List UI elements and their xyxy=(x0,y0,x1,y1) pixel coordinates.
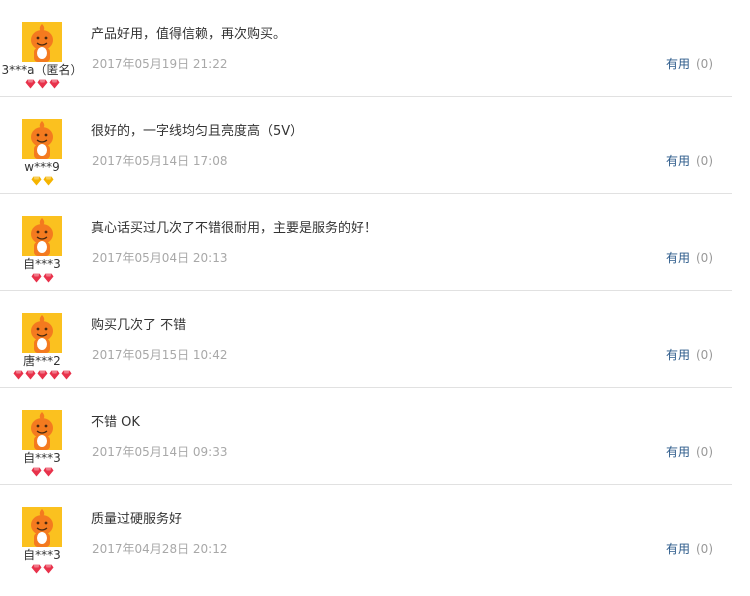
review-list: 3***a（匿名） 产品好用，值得信赖，再次购买。 2017年05月19日 21… xyxy=(0,0,732,582)
useful-label[interactable]: 有用 xyxy=(666,348,690,362)
reviewer-info: 自***3 xyxy=(0,216,84,285)
user-avatar[interactable] xyxy=(22,119,62,159)
member-level-badges xyxy=(0,467,84,479)
useful-label[interactable]: 有用 xyxy=(666,542,690,556)
user-avatar[interactable] xyxy=(22,410,62,450)
red-diamond-icon xyxy=(43,467,54,477)
review-item: 自***3 质量过硬服务好 2017年04月28日 20:12 有用 (0) xyxy=(0,485,732,582)
red-diamond-icon xyxy=(31,467,42,477)
review-date: 2017年05月15日 10:42 xyxy=(92,348,228,362)
username: 自***3 xyxy=(23,451,61,465)
review-content: 真心话买过几次了不错很耐用，主要是服务的好！ xyxy=(91,221,378,236)
reviewer-info: w***9 xyxy=(0,119,84,188)
red-diamond-icon xyxy=(31,273,42,283)
red-diamond-icon xyxy=(49,79,60,89)
review-content: 购买几次了 不错 xyxy=(91,318,187,333)
username: 自***3 xyxy=(23,548,61,562)
review-item: 3***a（匿名） 产品好用，值得信赖，再次购买。 2017年05月19日 21… xyxy=(0,0,732,97)
review-date: 2017年05月04日 20:13 xyxy=(92,251,228,265)
review-item: 自***3 不错 OK 2017年05月14日 09:33 有用 (0) xyxy=(0,388,732,485)
member-level-badges xyxy=(0,176,84,188)
reviewer-info: 唐***2 xyxy=(0,313,84,382)
review-item: w***9 很好的，一字线均匀且亮度高（5V） 2017年05月14日 17:0… xyxy=(0,97,732,194)
user-avatar[interactable] xyxy=(22,313,62,353)
useful-count: (0) xyxy=(696,542,713,556)
useful-count: (0) xyxy=(696,251,713,265)
reviewer-info: 自***3 xyxy=(0,410,84,479)
review-content: 很好的，一字线均匀且亮度高（5V） xyxy=(91,124,304,139)
useful-label[interactable]: 有用 xyxy=(666,154,690,168)
mascot-avatar-icon xyxy=(22,119,62,159)
review-content: 质量过硬服务好 xyxy=(91,512,183,527)
mascot-avatar-icon xyxy=(22,507,62,547)
useful-label[interactable]: 有用 xyxy=(666,445,690,459)
red-diamond-icon xyxy=(37,370,48,380)
reviewer-info: 自***3 xyxy=(0,507,84,576)
useful-label[interactable]: 有用 xyxy=(666,57,690,71)
user-avatar[interactable] xyxy=(22,22,62,62)
useful-count: (0) xyxy=(696,445,713,459)
useful-label[interactable]: 有用 xyxy=(666,251,690,265)
useful-button[interactable]: 有用 (0) xyxy=(666,542,713,556)
yellow-diamond-icon xyxy=(31,176,42,186)
useful-button[interactable]: 有用 (0) xyxy=(666,57,713,71)
member-level-badges xyxy=(0,273,84,285)
review-date: 2017年05月19日 21:22 xyxy=(92,57,228,71)
useful-button[interactable]: 有用 (0) xyxy=(666,348,713,362)
user-avatar[interactable] xyxy=(22,216,62,256)
useful-count: (0) xyxy=(696,57,713,71)
username: 3***a（匿名） xyxy=(1,63,83,77)
member-level-badges xyxy=(0,79,84,91)
red-diamond-icon xyxy=(31,564,42,574)
review-content: 产品好用，值得信赖，再次购买。 xyxy=(91,27,287,42)
yellow-diamond-icon xyxy=(43,176,54,186)
mascot-avatar-icon xyxy=(22,216,62,256)
useful-button[interactable]: 有用 (0) xyxy=(666,251,713,265)
review-item: 自***3 真心话买过几次了不错很耐用，主要是服务的好！ 2017年05月04日… xyxy=(0,194,732,291)
red-diamond-icon xyxy=(13,370,24,380)
red-diamond-icon xyxy=(25,79,36,89)
red-diamond-icon xyxy=(61,370,72,380)
red-diamond-icon xyxy=(25,370,36,380)
review-date: 2017年04月28日 20:12 xyxy=(92,542,228,556)
review-item: 唐***2 购买几次了 不错 2017年05月15日 10:42 有用 (0) xyxy=(0,291,732,388)
useful-count: (0) xyxy=(696,348,713,362)
useful-button[interactable]: 有用 (0) xyxy=(666,445,713,459)
red-diamond-icon xyxy=(43,564,54,574)
red-diamond-icon xyxy=(37,79,48,89)
review-content: 不错 OK xyxy=(91,415,140,430)
member-level-badges xyxy=(0,370,84,382)
username: w***9 xyxy=(24,160,60,174)
mascot-avatar-icon xyxy=(22,410,62,450)
reviewer-info: 3***a（匿名） xyxy=(0,22,84,91)
useful-count: (0) xyxy=(696,154,713,168)
member-level-badges xyxy=(0,564,84,576)
review-date: 2017年05月14日 09:33 xyxy=(92,445,228,459)
red-diamond-icon xyxy=(49,370,60,380)
useful-button[interactable]: 有用 (0) xyxy=(666,154,713,168)
user-avatar[interactable] xyxy=(22,507,62,547)
review-date: 2017年05月14日 17:08 xyxy=(92,154,228,168)
mascot-avatar-icon xyxy=(22,22,62,62)
red-diamond-icon xyxy=(43,273,54,283)
mascot-avatar-icon xyxy=(22,313,62,353)
username: 自***3 xyxy=(23,257,61,271)
username: 唐***2 xyxy=(23,354,61,368)
